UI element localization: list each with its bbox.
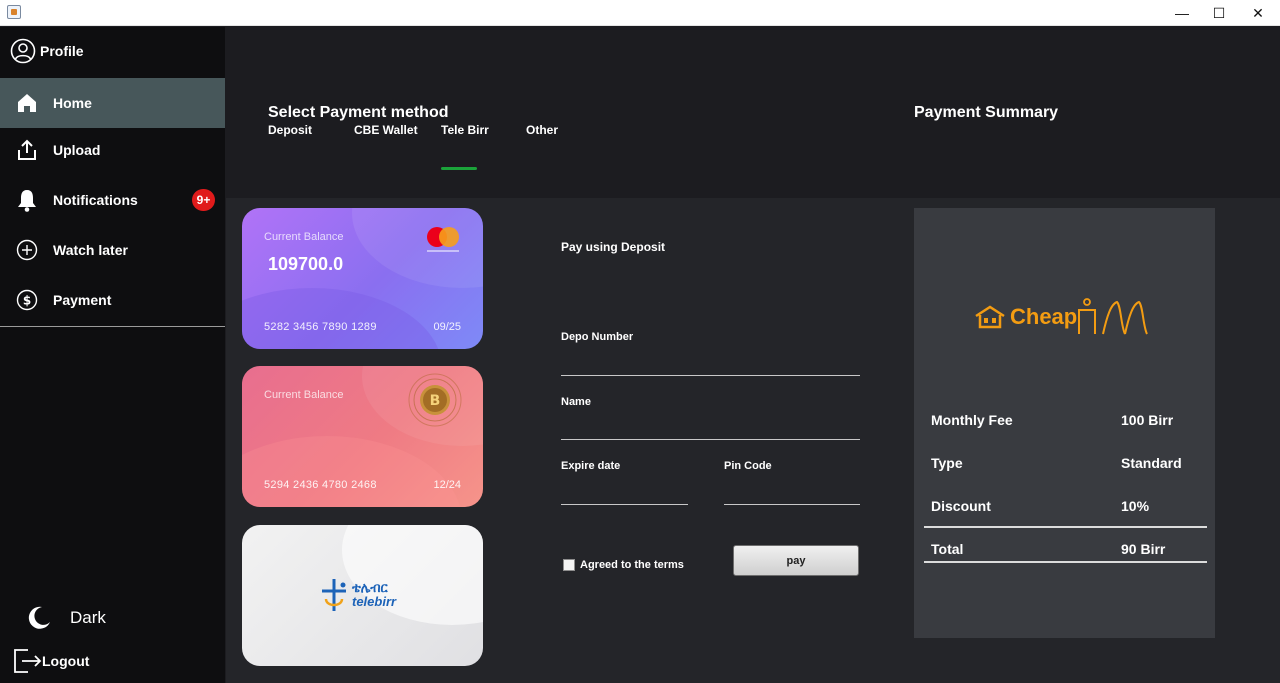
upload-icon	[15, 138, 39, 162]
tab-other[interactable]: Other	[526, 123, 558, 137]
monthly-fee-value: 100 Birr	[1121, 412, 1174, 428]
sidebar-item-label: Home	[53, 95, 92, 111]
sidebar: Profile Home Upload Notifications 9+ Wat…	[0, 27, 225, 683]
dollar-circle-icon: $	[15, 288, 39, 312]
coin-card[interactable]: Current Balance B 5294 2436 4780 2468 12…	[242, 366, 483, 507]
terms-label: Agreed to the terms	[580, 559, 684, 571]
user-circle-icon	[10, 38, 36, 64]
telebirr-logo: ቴሌብር telebirr	[318, 577, 396, 613]
card-balance-label: Current Balance	[264, 389, 344, 401]
svg-text:$: $	[23, 294, 31, 308]
discount-value: 10%	[1121, 498, 1150, 514]
card-number: 5282 3456 7890 1289	[264, 321, 377, 333]
monthly-fee-label: Monthly Fee	[931, 412, 1013, 428]
total-label: Total	[931, 541, 964, 557]
form-title: Pay using Deposit	[561, 240, 666, 254]
sidebar-item-home[interactable]: Home	[0, 78, 225, 128]
expire-date-label: Expire date	[561, 460, 621, 472]
moon-icon	[28, 606, 50, 629]
mastercard-card[interactable]: Current Balance 109700.0 5282 3456 7890 …	[242, 208, 483, 349]
cheap-logo: Cheap	[974, 296, 1149, 338]
close-button[interactable]: ✕	[1240, 0, 1276, 26]
home-icon	[15, 91, 39, 115]
discount-label: Discount	[931, 498, 991, 514]
plus-circle-icon	[15, 238, 39, 262]
sidebar-item-label: Notifications	[53, 192, 138, 208]
card-wave	[242, 436, 462, 507]
expire-date-input[interactable]	[561, 504, 688, 505]
card-balance-value: 109700.0	[268, 254, 344, 274]
notification-badge: 9+	[192, 189, 215, 211]
sidebar-item-upload[interactable]: Upload	[0, 125, 225, 175]
pin-code-label: Pin Code	[724, 460, 772, 472]
logout-label: Logout	[42, 653, 90, 669]
dark-mode-label: Dark	[70, 608, 106, 627]
depo-number-label: Depo Number	[561, 331, 634, 343]
bitcoin-coin-icon: B	[408, 373, 462, 427]
name-input[interactable]	[561, 439, 860, 440]
terms-checkbox[interactable]	[563, 559, 575, 571]
maximize-button[interactable]: ☐	[1201, 0, 1237, 26]
sidebar-item-label: Upload	[53, 142, 101, 158]
telebirr-logo-icon	[322, 579, 346, 611]
bell-icon	[15, 188, 39, 212]
profile-link[interactable]: Profile	[10, 37, 84, 65]
name-label: Name	[561, 396, 591, 408]
sidebar-divider	[0, 326, 225, 327]
svg-text:B: B	[430, 393, 441, 409]
sidebar-item-watch-later[interactable]: Watch later	[0, 225, 225, 275]
sidebar-item-notifications[interactable]: Notifications 9+	[0, 175, 225, 225]
telebirr-brand: telebirr	[352, 594, 397, 609]
logout-icon	[14, 649, 42, 673]
pin-code-input[interactable]	[724, 504, 860, 505]
profile-label: Profile	[40, 43, 84, 59]
sidebar-item-payment[interactable]: $ Payment	[0, 275, 225, 325]
card-expiry: 09/25	[433, 321, 461, 333]
summary-divider	[924, 561, 1207, 563]
cheap-logo-text: Cheap	[1010, 304, 1078, 329]
logout-button[interactable]: Logout	[12, 647, 89, 675]
type-value: Standard	[1121, 455, 1182, 471]
card-number: 5294 2436 4780 2468	[264, 479, 377, 491]
tab-tele-birr[interactable]: Tele Birr	[441, 123, 489, 137]
pay-button[interactable]: pay	[733, 545, 859, 576]
minimize-button[interactable]: —	[1164, 0, 1200, 26]
tab-deposit[interactable]: Deposit	[268, 123, 312, 137]
terms-checkbox-row[interactable]: Agreed to the terms	[563, 559, 684, 571]
active-tab-indicator	[441, 167, 477, 170]
type-label: Type	[931, 455, 963, 471]
card-wave	[242, 288, 442, 349]
card-expiry: 12/24	[433, 479, 461, 491]
payment-method-heading: Select Payment method	[268, 104, 449, 121]
depo-number-input[interactable]	[561, 375, 860, 376]
card-wave	[352, 208, 483, 288]
window-titlebar: — ☐ ✕	[0, 0, 1280, 26]
mastercard-logo-icon	[427, 227, 459, 252]
telebirr-card[interactable]: ቴሌብር telebirr	[242, 525, 483, 666]
summary-divider	[924, 526, 1207, 528]
card-balance-label: Current Balance	[264, 231, 344, 243]
house-icon	[975, 305, 1005, 329]
total-value: 90 Birr	[1121, 541, 1166, 557]
dark-mode-toggle[interactable]: Dark	[26, 605, 106, 631]
sidebar-item-label: Payment	[53, 292, 112, 308]
java-app-icon	[7, 5, 21, 19]
payment-summary-heading: Payment Summary	[914, 104, 1059, 121]
logo-figure-icon	[1078, 298, 1149, 335]
tab-cbe-wallet[interactable]: CBE Wallet	[354, 123, 418, 137]
sidebar-item-label: Watch later	[53, 242, 128, 258]
